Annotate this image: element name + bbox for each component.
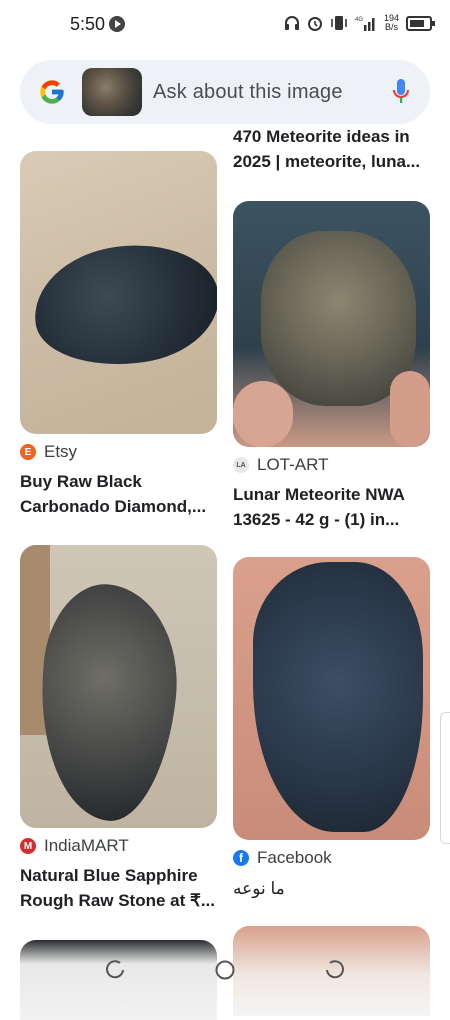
source-name: Facebook [257,848,332,867]
alarm-icon [307,17,322,31]
status-icons: 4G 194 B/s [284,14,435,32]
navigation-bar [0,940,450,1000]
result-title[interactable]: Natural Blue Sapphire Rough Raw Stone at… [20,863,220,913]
result-title-line: Buy Raw Black [20,472,142,491]
result-source-facebook[interactable]: f Facebook [233,848,332,868]
media-playing-icon [109,16,125,32]
net-speed: 194 B/s [384,14,399,32]
status-time: 5:50 [70,14,106,34]
result-title-line: 13625 - 42 g - (1) in... [233,510,400,529]
status-bar: 5:50 4G 194 B/s [0,0,450,50]
side-panel-handle[interactable] [440,712,450,844]
indiamart-icon: M [20,838,36,854]
search-input[interactable]: Ask about this image [153,81,343,104]
result-title-line: Natural Blue Sapphire [20,866,198,885]
result-title-line: Rough Raw Stone at ₹... [20,891,215,910]
microphone-icon[interactable] [392,78,410,106]
source-name: Etsy [44,442,78,461]
lotart-icon: LA [233,457,249,473]
result-title[interactable]: Buy Raw Black Carbonado Diamond,... [20,469,220,519]
back-icon[interactable] [324,959,346,981]
google-logo-icon[interactable] [38,78,66,106]
facebook-icon: f [233,850,249,866]
result-title-line: 2025 | meteorite, luna... [233,152,421,171]
result-image-facebook[interactable] [233,557,430,840]
headphones-icon [284,16,299,30]
result-title-line: Lunar Meteorite NWA [233,485,405,504]
result-title[interactable]: Lunar Meteorite NWA 13625 - 42 g - (1) i… [233,482,433,532]
signal-icon: 4G [355,17,375,31]
result-source-etsy[interactable]: E Etsy [20,442,77,462]
result-title-line: 470 Meteorite ideas in [233,127,410,146]
result-source-lotart[interactable]: LA LOT-ART [233,455,328,475]
query-image-thumbnail[interactable] [82,68,142,116]
result-title[interactable]: 470 Meteorite ideas in 2025 | meteorite,… [233,124,433,174]
home-icon[interactable] [214,959,236,981]
source-name: LOT-ART [257,455,329,474]
result-title-line: ما نوعه [233,879,285,898]
search-bar[interactable]: Ask about this image [20,60,430,124]
result-title[interactable]: ما نوعه [233,876,433,901]
result-source-indiamart[interactable]: M IndiaMART [20,836,129,856]
net-speed-unit: B/s [384,22,398,32]
etsy-icon: E [20,444,36,460]
network-type: 4G [355,17,363,23]
recent-apps-icon[interactable] [104,959,126,981]
result-image-indiamart[interactable] [20,545,217,828]
result-image-etsy[interactable] [20,151,217,434]
vibrate-icon [331,16,347,30]
source-name: IndiaMART [44,836,129,855]
battery-icon [406,15,435,31]
result-image-lotart[interactable] [233,201,430,447]
result-title-line: Carbonado Diamond,... [20,497,207,516]
